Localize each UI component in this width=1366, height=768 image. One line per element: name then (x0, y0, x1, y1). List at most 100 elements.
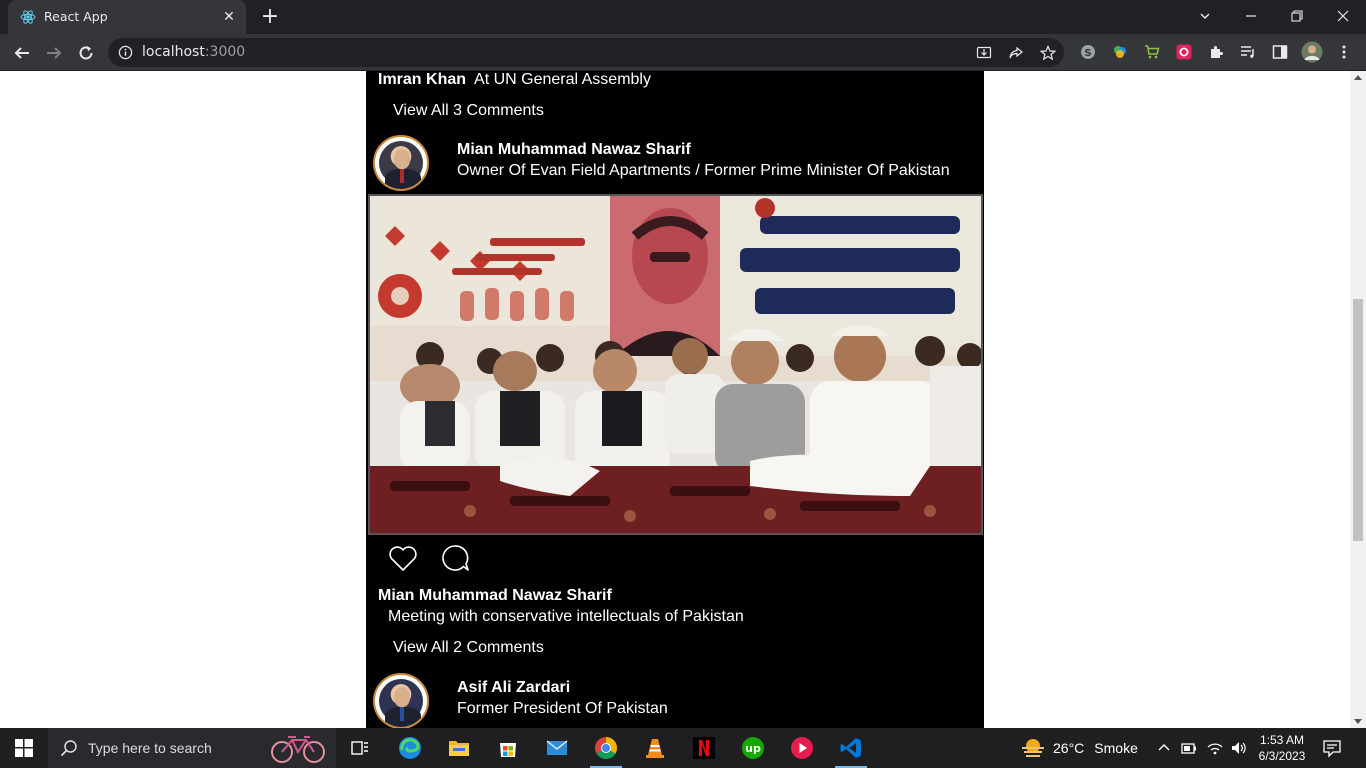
browser-menu-button[interactable] (1334, 42, 1354, 62)
post-view-comments-link[interactable]: View All 2 Comments (393, 639, 544, 657)
prev-post-view-comments-link[interactable]: View All 3 Comments (393, 102, 544, 120)
tab-title: React App (44, 9, 108, 24)
avatar[interactable] (373, 135, 429, 191)
avatar[interactable] (373, 673, 429, 728)
info-icon[interactable] (118, 45, 133, 60)
url-port: :3000 (204, 44, 246, 60)
page-viewport: Imran Khan At UN General Assembly View Al… (0, 71, 1350, 728)
share-icon (1009, 46, 1023, 59)
like-heart-icon[interactable] (387, 542, 419, 574)
microsoft-store-app[interactable] (488, 732, 528, 764)
media-player-app[interactable] (782, 732, 822, 764)
netflix-icon (693, 737, 715, 759)
bicycle-icon (271, 736, 325, 763)
windows-taskbar: Type here to search up 26°C Smoke 1:53 A… (0, 728, 1366, 768)
avatar-photo (379, 679, 423, 727)
install-app-button[interactable] (974, 43, 994, 63)
restore-button[interactable] (1274, 0, 1320, 32)
post-user-name[interactable]: Mian Muhammad Nawaz Sharif (457, 141, 691, 159)
avatar-photo (379, 141, 423, 189)
color-wheel-icon (1114, 46, 1126, 58)
url-text: localhost:3000 (142, 44, 245, 60)
post-image[interactable] (368, 194, 983, 535)
tab-strip: React App ✕ + (0, 0, 1366, 34)
page-scrollbar[interactable] (1350, 71, 1366, 728)
netflix-app[interactable] (684, 732, 724, 764)
colorful-extension[interactable] (1110, 42, 1130, 62)
side-panel-button[interactable] (1270, 42, 1290, 62)
taskbar-clock[interactable]: 1:53 AM 6/3/2023 (1254, 732, 1310, 764)
next-post-header: Asif Ali Zardari Former President Of Pak… (366, 672, 984, 728)
next-post-user-name[interactable]: Asif Ali Zardari (457, 679, 570, 697)
post-caption: Meeting with conservative intellectuals … (388, 608, 744, 625)
meeting-photo (370, 196, 981, 533)
taskbar-search-box[interactable]: Type here to search (48, 728, 336, 768)
vlc-cone-icon (646, 739, 664, 758)
scroll-up-arrow[interactable] (1354, 75, 1362, 80)
weather-haze-icon (1022, 739, 1044, 757)
post-header: Mian Muhammad Nawaz Sharif Owner Of Evan… (366, 134, 984, 194)
close-tab-icon[interactable]: ✕ (220, 8, 238, 26)
extensions-button[interactable] (1206, 42, 1226, 62)
side-panel-icon (1272, 45, 1288, 59)
chrome-app[interactable] (586, 732, 626, 768)
scroll-down-arrow[interactable] (1354, 719, 1362, 724)
url-host: localhost (142, 44, 205, 60)
tab-search-button[interactable] (1182, 0, 1228, 32)
back-button[interactable] (8, 39, 36, 67)
vscode-app[interactable] (831, 732, 871, 768)
new-tab-button[interactable]: + (258, 5, 282, 29)
close-window-button[interactable] (1320, 0, 1366, 32)
address-bar[interactable]: localhost:3000 (108, 38, 1064, 67)
prev-post-caption-text: At UN General Assembly (474, 71, 651, 88)
play-icon (791, 737, 813, 759)
forward-button[interactable] (40, 39, 68, 67)
svg-text:up: up (745, 742, 761, 755)
reload-button[interactable] (72, 39, 100, 67)
playlist-icon (1241, 46, 1254, 58)
prev-post-author[interactable]: Imran Khan (378, 71, 466, 88)
scroll-thumb[interactable] (1353, 299, 1363, 541)
media-control-button[interactable] (1238, 42, 1258, 62)
volume-icon[interactable] (1230, 740, 1248, 756)
battery-icon[interactable] (1180, 740, 1198, 756)
bookmark-button[interactable] (1038, 43, 1058, 63)
mail-icon (546, 740, 568, 755)
vscode-icon (840, 738, 861, 758)
weather-widget[interactable]: 26°C Smoke (1020, 728, 1138, 768)
cart-extension[interactable] (1142, 42, 1162, 62)
chevron-up-icon[interactable] (1156, 740, 1172, 756)
minimize-button[interactable] (1228, 0, 1274, 32)
upwork-app[interactable]: up (733, 732, 773, 764)
vlc-app[interactable] (635, 732, 675, 764)
comment-icon[interactable] (439, 542, 471, 574)
notification-icon[interactable] (1322, 738, 1342, 758)
skype-extension[interactable]: S (1078, 42, 1098, 62)
start-button[interactable] (0, 728, 48, 768)
opera-extension[interactable] (1174, 42, 1194, 62)
clock-time: 1:53 AM (1259, 733, 1305, 747)
browser-tab[interactable]: React App ✕ (8, 0, 246, 34)
post-author[interactable]: Mian Muhammad Nawaz Sharif (378, 587, 612, 605)
next-post-user-title: Former President Of Pakistan (457, 700, 668, 717)
store-icon (500, 743, 516, 757)
file-explorer-app[interactable] (439, 732, 479, 764)
close-icon (1337, 10, 1349, 22)
restore-icon (1291, 10, 1303, 22)
chevron-down-icon (1200, 13, 1210, 19)
profile-avatar[interactable] (1300, 40, 1324, 64)
mail-app[interactable] (537, 732, 577, 764)
browser-toolbar: localhost:3000 S (0, 34, 1366, 71)
puzzle-icon (1211, 46, 1223, 58)
react-logo-icon (20, 10, 36, 24)
share-button[interactable] (1006, 43, 1026, 63)
edge-app[interactable] (390, 732, 430, 764)
wifi-icon[interactable] (1206, 740, 1224, 756)
feed-column: Imran Khan At UN General Assembly View Al… (366, 71, 984, 728)
upwork-icon: up (742, 737, 764, 759)
edge-icon (399, 737, 421, 759)
chrome-icon (595, 737, 617, 759)
task-view-button[interactable] (340, 732, 380, 764)
arrow-right-icon (47, 47, 62, 59)
windows-logo-icon (15, 739, 33, 757)
